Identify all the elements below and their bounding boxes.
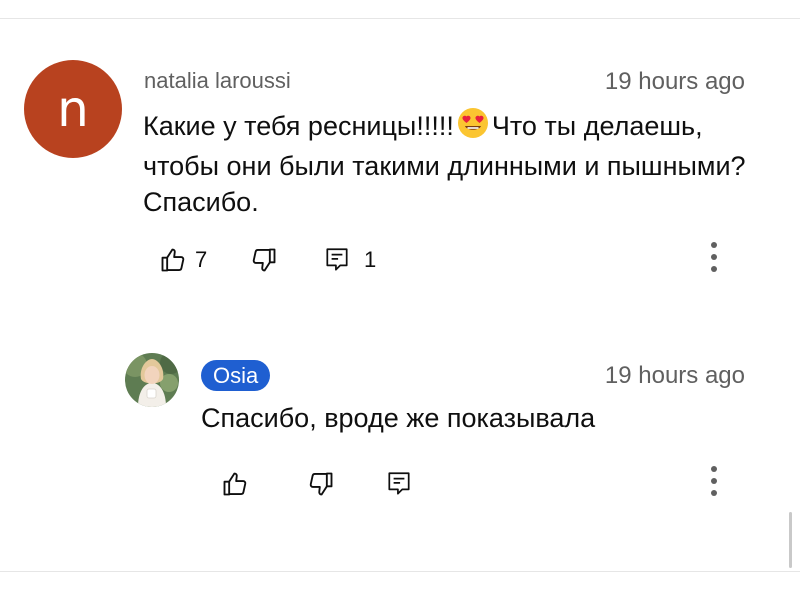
- comment-text: Какие у тебя ресницы!!!!! Что ты делаешь…: [143, 107, 773, 220]
- reply-more-options-button[interactable]: [708, 466, 720, 496]
- avatar-letter: n: [57, 80, 89, 138]
- thumbs-down-icon: [307, 470, 335, 498]
- reply-text: Спасибо, вроде же показывала: [201, 403, 596, 433]
- scrollbar[interactable]: [789, 512, 792, 568]
- avatar-photo-icon: [125, 353, 179, 407]
- top-divider: [0, 18, 800, 19]
- reply-reply-button[interactable]: [386, 470, 412, 498]
- comment-timestamp[interactable]: 19 hours ago: [605, 68, 745, 96]
- reply-icon: [324, 246, 350, 274]
- reply-count: 1: [364, 247, 377, 272]
- bottom-divider: [0, 571, 800, 572]
- reply-like-button[interactable]: [221, 470, 249, 498]
- thumbs-up-icon: [159, 246, 187, 274]
- dislike-button[interactable]: [250, 246, 278, 274]
- more-icon-dot: [711, 254, 717, 260]
- avatar[interactable]: n: [24, 60, 122, 158]
- like-count: 7: [195, 247, 208, 272]
- thumbs-down-icon: [250, 246, 278, 274]
- comment-more-options-button[interactable]: [708, 242, 720, 272]
- reply-dislike-button[interactable]: [307, 470, 335, 498]
- comment-text-start: Какие у тебя ресницы!!!!!: [143, 111, 454, 141]
- like-button[interactable]: 7: [159, 246, 207, 274]
- comment-author[interactable]: natalia laroussi: [144, 68, 291, 94]
- more-icon-dot: [711, 266, 717, 272]
- reply-icon: [386, 470, 412, 498]
- reply-button[interactable]: 1: [324, 246, 376, 274]
- thumbs-up-icon: [221, 470, 249, 498]
- reply-timestamp[interactable]: 19 hours ago: [605, 362, 745, 390]
- more-icon-dot: [711, 242, 717, 248]
- more-icon-dot: [711, 478, 717, 484]
- reply-author-badge[interactable]: Osia: [201, 360, 271, 391]
- more-icon-dot: [711, 466, 717, 472]
- reply-avatar[interactable]: [125, 353, 179, 407]
- heart-eyes-emoji-icon: [457, 107, 489, 148]
- more-icon-dot: [711, 490, 717, 496]
